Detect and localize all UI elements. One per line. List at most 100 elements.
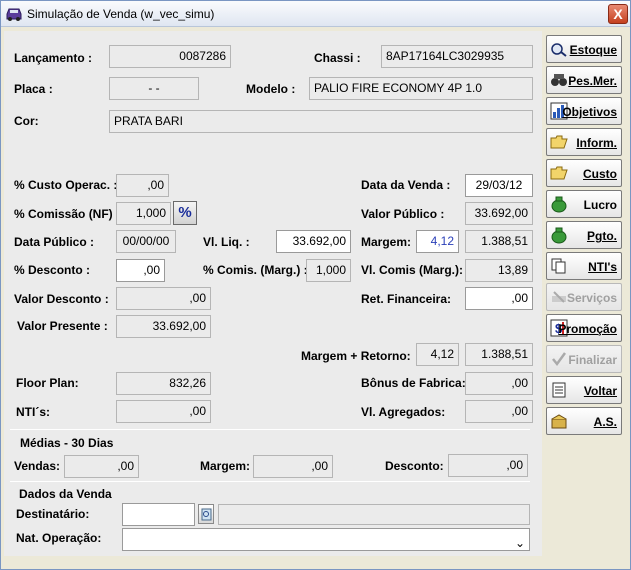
- valor-desconto-field[interactable]: ,00: [116, 287, 211, 310]
- nat-operacao-label: Nat. Operação:: [16, 531, 102, 545]
- margem-retorno-label: Margem + Retorno:: [301, 349, 411, 363]
- valor-presente-label: Valor Presente :: [17, 319, 108, 333]
- promocao-label: Promoção: [558, 322, 617, 336]
- estoque-button[interactable]: Estoque: [546, 35, 622, 63]
- floor-plan-label: Floor Plan:: [16, 376, 79, 390]
- servicos-label: Serviços: [566, 291, 617, 305]
- lucro-button[interactable]: Lucro: [546, 190, 622, 218]
- finalizar-button[interactable]: Finalizar: [546, 345, 622, 373]
- ntis-btn-label: NTI's: [588, 260, 617, 274]
- valor-publico-field[interactable]: 33.692,00: [465, 202, 533, 225]
- folder-open-icon: [550, 135, 568, 149]
- pesmer-label: Pes.Mer.: [568, 74, 617, 88]
- binoculars-icon: [551, 74, 567, 86]
- documents-icon: [551, 258, 566, 274]
- tools-icon: [552, 291, 566, 303]
- medias-separator: [10, 429, 530, 430]
- action-sidebar: Estoque Pes.Mer. Objetivos Inform. Custo…: [544, 31, 629, 435]
- custo-button[interactable]: Custo: [546, 159, 622, 187]
- chassi-label: Chassi :: [314, 51, 361, 65]
- title-bar: Simulação de Venda (w_vec_simu) X: [1, 1, 630, 27]
- as-button[interactable]: A.S.: [546, 407, 622, 435]
- finalizar-label: Finalizar: [568, 353, 617, 367]
- valor-presente-field[interactable]: 33.692,00: [116, 315, 211, 338]
- margem-retorno-pct-field[interactable]: 4,12: [416, 343, 459, 366]
- medias-desconto-label: Desconto:: [385, 459, 444, 473]
- comissao-nf-field[interactable]: 1,000: [116, 202, 171, 225]
- servicos-button[interactable]: Serviços: [546, 283, 622, 311]
- percent-button[interactable]: %: [173, 201, 197, 225]
- medias-desconto-field[interactable]: ,00: [448, 454, 528, 477]
- objetivos-button[interactable]: Objetivos: [546, 97, 622, 125]
- comis-marg-label: % Comis. (Marg.) :: [203, 263, 308, 277]
- dados-separator: [10, 481, 530, 482]
- valor-publico-label: Valor Público :: [361, 207, 445, 221]
- lancamento-field[interactable]: 0087286: [109, 45, 231, 68]
- objetivos-label: Objetivos: [562, 105, 617, 119]
- comissao-nf-label: % Comissão (NF) :: [14, 207, 121, 221]
- margem-value-field[interactable]: 1.388,51: [465, 230, 533, 253]
- modelo-label: Modelo :: [246, 82, 296, 96]
- margem-pct-field[interactable]: 4,12: [416, 230, 459, 253]
- valor-desconto-label: Valor Desconto :: [14, 292, 109, 306]
- ntis-button[interactable]: NTI's: [546, 252, 622, 280]
- desconto-pct-field[interactable]: ,00: [116, 259, 165, 282]
- form-area: Lançamento : 0087286 Chassi : 8AP17164LC…: [4, 31, 542, 556]
- money-bag-icon: [551, 196, 567, 213]
- chevron-down-icon[interactable]: ⌄: [515, 533, 525, 550]
- medias-margem-field[interactable]: ,00: [253, 455, 333, 478]
- as-label: A.S.: [593, 415, 617, 429]
- lucro-label: Lucro: [583, 198, 617, 212]
- money-bag-icon: [551, 227, 567, 244]
- dados-title: Dados da Venda: [19, 487, 112, 501]
- estoque-icon: [551, 43, 567, 57]
- vl-liq-field[interactable]: 33.692,00: [276, 230, 351, 253]
- placa-label: Placa :: [14, 82, 53, 96]
- custo-operac-label: % Custo Operac. :: [14, 178, 118, 192]
- bonus-fabrica-label: Bônus de Fabrica:: [361, 376, 466, 390]
- medias-vendas-label: Vendas:: [14, 459, 61, 473]
- margem-retorno-value-field[interactable]: 1.388,51: [465, 343, 533, 366]
- destinatario-name-field[interactable]: [218, 504, 530, 525]
- simulacao-window: Simulação de Venda (w_vec_simu) X Lançam…: [0, 0, 631, 570]
- pgto-button[interactable]: Pgto.: [546, 221, 622, 249]
- chassi-field[interactable]: 8AP17164LC3029935: [381, 45, 533, 68]
- nat-operacao-select[interactable]: ⌄: [122, 528, 530, 551]
- medias-vendas-field[interactable]: ,00: [64, 455, 139, 478]
- voltar-label: Voltar: [583, 384, 617, 398]
- ret-financeira-field[interactable]: ,00: [465, 287, 533, 310]
- pesmer-button[interactable]: Pes.Mer.: [546, 66, 622, 94]
- vl-agregados-field[interactable]: ,00: [465, 400, 533, 423]
- lookup-button[interactable]: [198, 504, 214, 524]
- close-button[interactable]: X: [608, 4, 628, 24]
- floor-plan-field[interactable]: 832,26: [116, 372, 211, 395]
- modelo-field[interactable]: PALIO FIRE ECONOMY 4P 1.0: [309, 77, 533, 100]
- data-venda-field[interactable]: 29/03/12: [465, 174, 533, 197]
- comis-marg-field[interactable]: 1,000: [306, 259, 351, 282]
- destinatario-code-field[interactable]: [122, 503, 195, 526]
- bonus-fabrica-field[interactable]: ,00: [465, 372, 533, 395]
- lookup-icon: [201, 508, 212, 521]
- placa-field[interactable]: - -: [109, 77, 199, 100]
- vl-comis-marg-field[interactable]: 13,89: [465, 259, 533, 282]
- checkmark-icon: [552, 352, 567, 367]
- ret-financeira-label: Ret. Financeira:: [361, 292, 452, 306]
- inform-button[interactable]: Inform.: [546, 128, 622, 156]
- data-publico-label: Data Público :: [14, 235, 95, 249]
- folder-open-icon: [550, 166, 568, 180]
- custo-operac-field[interactable]: ,00: [116, 174, 169, 197]
- list-back-icon: [552, 382, 566, 398]
- ntis-field[interactable]: ,00: [116, 400, 211, 423]
- voltar-button[interactable]: Voltar: [546, 376, 622, 404]
- cor-label: Cor:: [14, 114, 39, 128]
- inform-label: Inform.: [576, 136, 617, 150]
- vl-agregados-label: Vl. Agregados:: [361, 405, 446, 419]
- app-car-icon: [6, 8, 22, 21]
- box-icon: [551, 414, 567, 429]
- window-title: Simulação de Venda (w_vec_simu): [27, 7, 215, 21]
- promocao-button[interactable]: $ Promoção: [546, 314, 622, 342]
- cor-field[interactable]: PRATA BARI: [109, 110, 533, 133]
- lancamento-label: Lançamento :: [14, 51, 93, 65]
- data-venda-label: Data da Venda :: [361, 178, 451, 192]
- data-publico-field[interactable]: 00/00/00: [116, 230, 176, 253]
